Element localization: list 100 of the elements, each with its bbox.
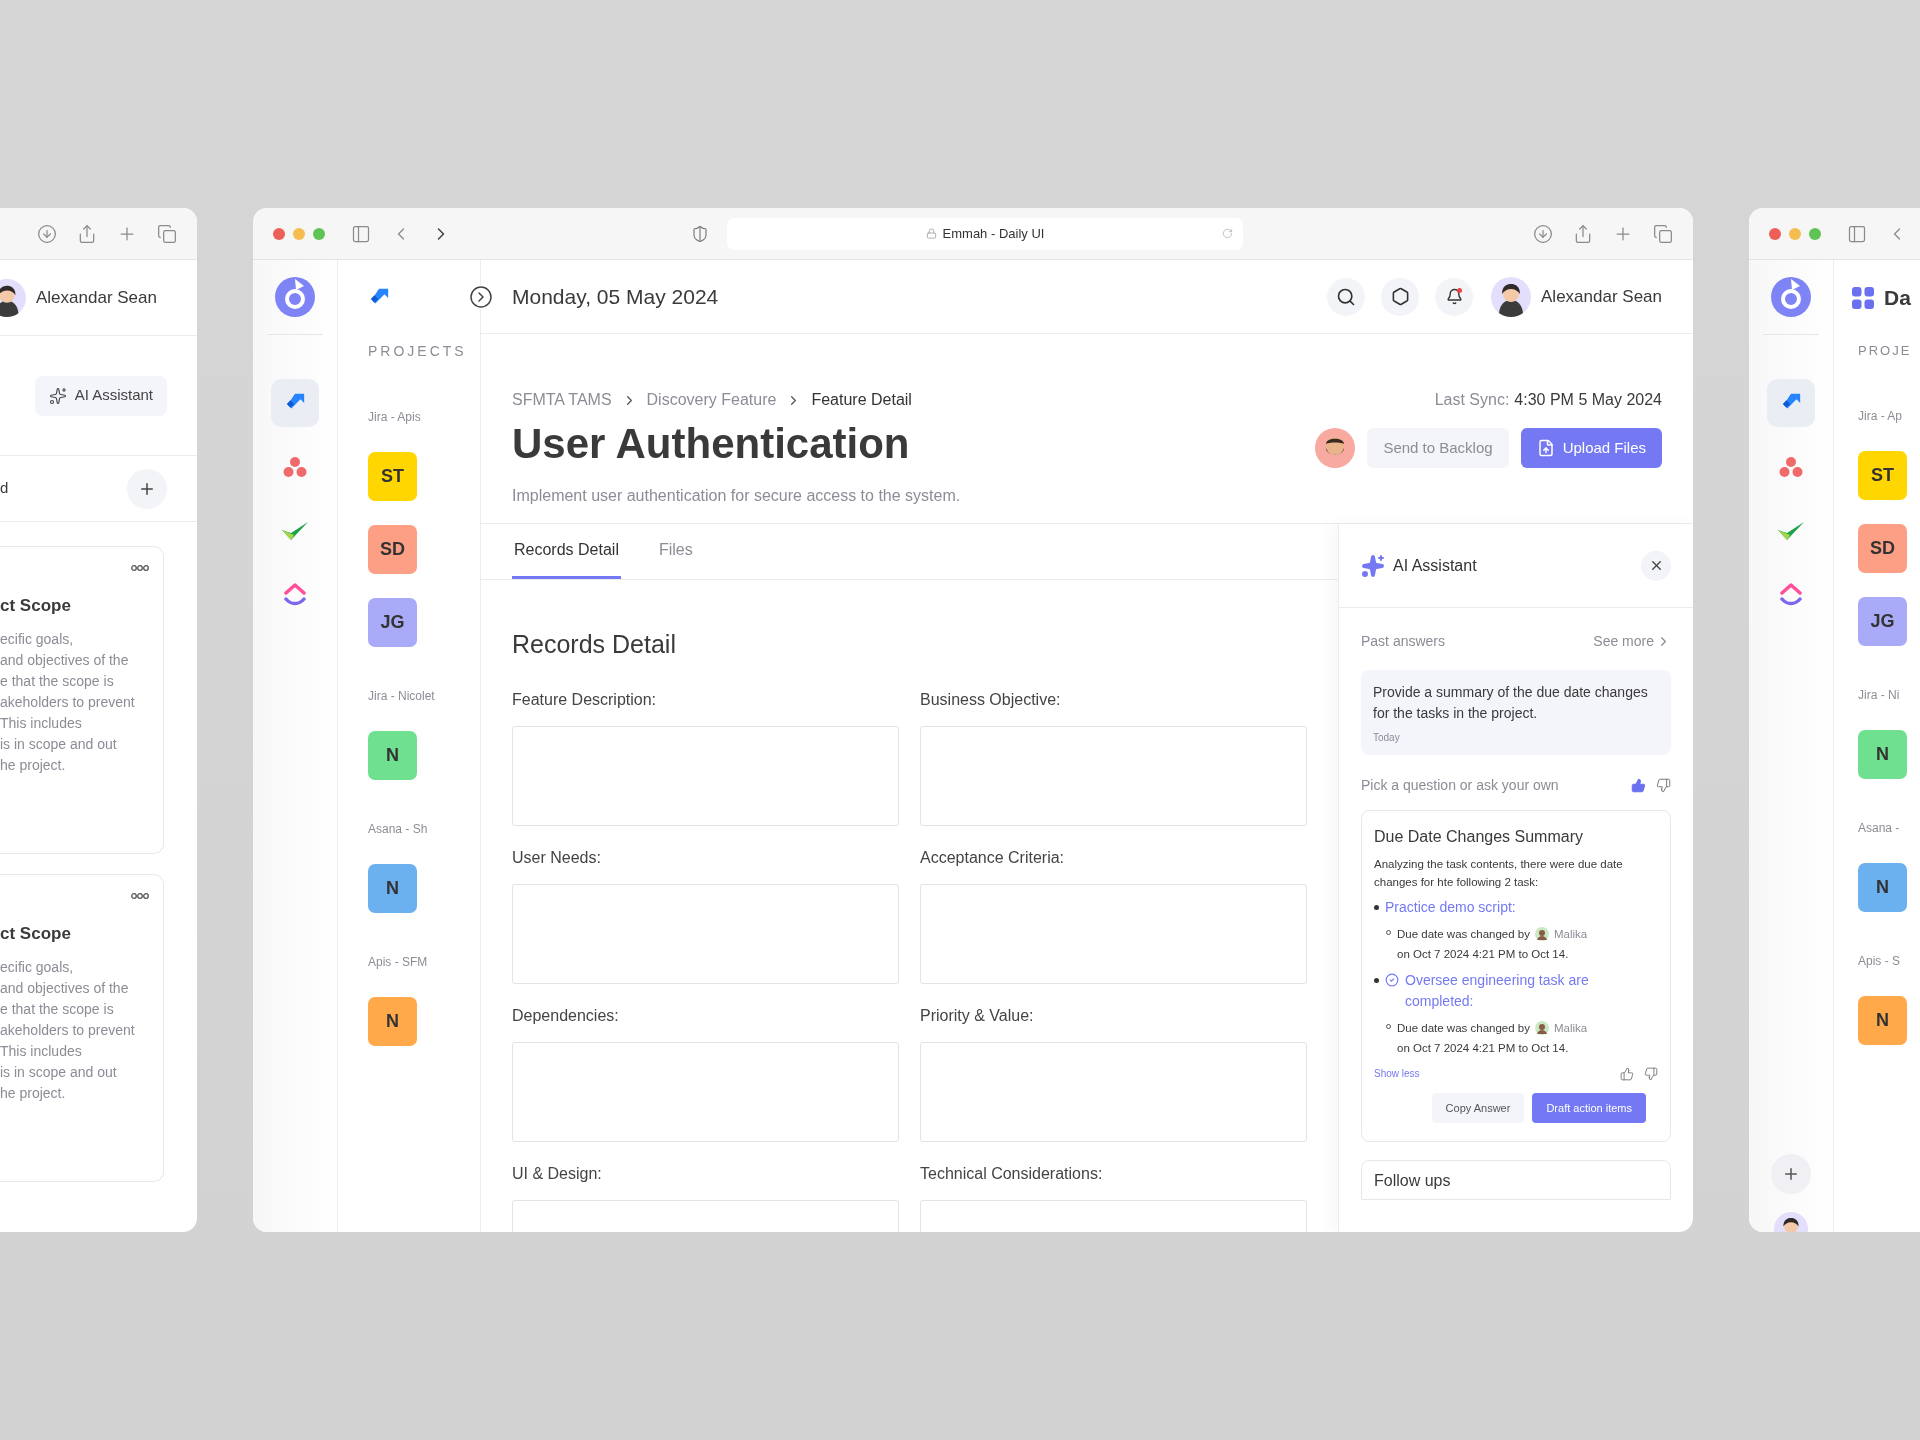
tabs-overview-icon[interactable]	[157, 223, 177, 244]
chevrons-icon	[284, 582, 306, 608]
breadcrumb-item[interactable]: Feature Detail	[811, 388, 912, 412]
upload-files-button[interactable]: Upload Files	[1520, 428, 1662, 468]
avatar	[1491, 276, 1531, 317]
copy-answer-button[interactable]: Copy Answer	[1431, 1093, 1525, 1123]
download-icon[interactable]	[1533, 223, 1553, 244]
projects-heading: PROJE	[1858, 342, 1912, 360]
project-tile[interactable]: N	[368, 731, 417, 780]
scope-card[interactable]: ct Scope ecific goals, and objectives of the e that the scope is akeholders to prevent This includes is in scope and out he project.	[0, 874, 164, 1182]
project-tile[interactable]: N	[1858, 995, 1907, 1045]
field-label: Business Objective:	[920, 689, 1062, 710]
share-icon[interactable]	[77, 223, 97, 244]
list-label: d	[0, 478, 9, 499]
tab[interactable]: Files	[656, 523, 695, 579]
field-label: Technical Considerations:	[920, 1163, 1104, 1184]
see-more-link[interactable]: See more	[1593, 631, 1671, 652]
section-label: Past answers	[1361, 632, 1446, 651]
close-button[interactable]	[1641, 550, 1671, 581]
change-detail: on Oct 7 2024 4:21 PM to Oct 14.	[1397, 1041, 1570, 1056]
maximize-window-button[interactable]	[1809, 227, 1821, 240]
project-group-label: Jira - Ni	[1858, 686, 1901, 704]
project-tile[interactable]: N	[368, 997, 417, 1046]
follow-ups-title: Follow ups	[1374, 1172, 1451, 1189]
project-group-label: Asana - Sh	[368, 821, 429, 838]
sidebar-toggle-icon[interactable]	[351, 223, 371, 244]
add-button[interactable]	[1771, 1154, 1811, 1194]
card-title: ct Scope	[0, 923, 72, 945]
breadcrumb-item[interactable]: SFMTA TAMS	[512, 388, 612, 412]
page-heading: Da	[1884, 284, 1911, 311]
app-switcher-item[interactable]	[271, 379, 319, 427]
sidebar-toggle-icon[interactable]	[1847, 223, 1867, 244]
project-tile[interactable]: N	[1858, 729, 1907, 779]
close-window-button[interactable]	[1769, 227, 1781, 240]
share-icon[interactable]	[1573, 223, 1593, 244]
expand-sidebar-icon[interactable]	[469, 285, 493, 309]
project-group-label: Asana -	[1858, 819, 1901, 837]
app-switcher-item[interactable]	[1767, 379, 1815, 427]
draft-action-items-button[interactable]: Draft action items	[1532, 1093, 1646, 1123]
checkmark-icon	[281, 521, 309, 541]
prompt-text: Pick a question or ask your own	[1361, 776, 1559, 795]
close-window-button[interactable]	[273, 227, 285, 240]
project-tile[interactable]: SD	[368, 525, 417, 574]
answer-intro: Analyzing the task contents, there were due date changes for hte following 2 task:	[1374, 857, 1624, 890]
answer-title: Due Date Changes Summary	[1374, 827, 1584, 847]
task-link[interactable]: Oversee engineering task are completed:	[1405, 970, 1658, 1012]
user-name: Alexandar Sean	[1541, 285, 1662, 308]
plus-icon	[1782, 1165, 1800, 1183]
card-description: ecific goals, and objectives of the e that the scope is akeholders to prevent This includes is in scope and out he project.	[0, 957, 136, 1103]
field-label: Dependencies:	[512, 1005, 620, 1026]
download-icon[interactable]	[37, 223, 57, 244]
add-button[interactable]	[127, 468, 167, 509]
more-options-icon[interactable]	[131, 893, 149, 899]
project-group-label: Jira - Apis	[368, 409, 422, 426]
past-answer-card[interactable]: Provide a summary of the due date changes for the tasks in the project. Today	[1361, 670, 1671, 755]
thumbs-down-icon[interactable]	[1656, 778, 1671, 793]
more-options-icon[interactable]	[131, 565, 149, 571]
thumbs-up-icon[interactable]	[1620, 1066, 1634, 1081]
ai-assistant-button[interactable]: AI Assistant	[34, 375, 167, 416]
change-text: Due date was changed by	[1397, 927, 1530, 942]
user-avatar	[1535, 1021, 1549, 1035]
tab[interactable]: Records Detail	[512, 523, 621, 579]
three-dots-icon	[1779, 456, 1803, 478]
project-tile[interactable]: N	[368, 864, 417, 913]
show-less-link[interactable]: Show less	[1374, 1066, 1420, 1081]
current-date: Monday, 05 May 2024	[512, 283, 719, 310]
bell-icon	[1445, 288, 1463, 305]
project-tile[interactable]: N	[1858, 862, 1907, 912]
maximize-window-button[interactable]	[313, 227, 325, 240]
project-tile[interactable]: ST	[1858, 450, 1907, 500]
task-link[interactable]: Practice demo script:	[1385, 897, 1516, 918]
project-tile[interactable]: JG	[1858, 596, 1907, 646]
bullet-icon	[1374, 905, 1379, 910]
grid-icon	[1852, 286, 1874, 309]
settings-button[interactable]	[1381, 277, 1419, 316]
notifications-button[interactable]	[1435, 277, 1473, 316]
app-logo[interactable]	[274, 276, 316, 318]
project-tile[interactable]: ST	[368, 452, 417, 501]
chevrons-icon	[1780, 582, 1802, 608]
project-tile[interactable]: SD	[1858, 523, 1907, 573]
section-title: Records Detail	[512, 629, 677, 660]
breadcrumb-item[interactable]: Discovery Feature	[646, 388, 777, 412]
project-group-label: Jira - Nicolet	[368, 688, 436, 705]
privacy-shield-icon[interactable]	[691, 224, 709, 243]
project-group-label: Apis - SFM	[368, 954, 429, 971]
timestamp: Today	[1373, 731, 1401, 745]
avatar	[0, 278, 26, 317]
user-avatar	[1535, 927, 1549, 941]
projects-heading: PROJECTS	[368, 342, 467, 361]
tabs-overview-icon[interactable]	[1653, 223, 1673, 244]
app-logo[interactable]	[1770, 276, 1812, 318]
project-group-label: Jira - Ap	[1858, 407, 1903, 425]
address-bar[interactable]: Emmah - Daily UI	[727, 217, 1243, 250]
thumbs-down-icon[interactable]	[1644, 1066, 1658, 1081]
hexagon-icon	[1390, 287, 1410, 306]
panel-title: AI Assistant	[1393, 555, 1477, 576]
search-button[interactable]	[1327, 277, 1365, 316]
scope-card[interactable]: ct Scope ecific goals, and objectives of the e that the scope is akeholders to prevent This includes is in scope and out he project.	[0, 546, 164, 854]
project-tile[interactable]: JG	[368, 598, 417, 647]
thumbs-up-icon[interactable]	[1631, 778, 1646, 793]
